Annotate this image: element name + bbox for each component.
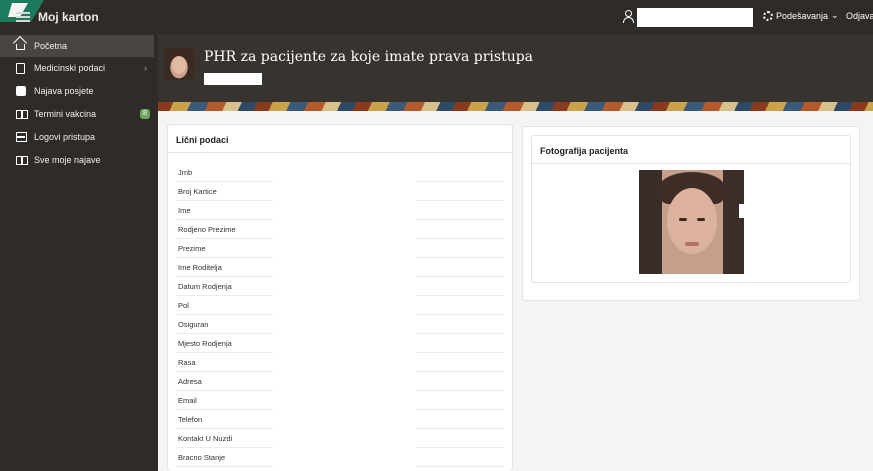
- sidebar: Početna Medicinski podaci › Najava posje…: [0, 34, 158, 471]
- sidebar-item-label: Najava posjete: [34, 86, 94, 96]
- card-title: Lični podaci: [176, 135, 229, 145]
- patient-photo: [639, 170, 744, 274]
- field-label: Rodjeno Prezime: [178, 225, 236, 234]
- field-row: Osiguran: [176, 315, 506, 334]
- field-row: Ime Roditelja: [176, 258, 506, 277]
- count-badge: 8: [140, 109, 150, 119]
- field-row: Ime: [176, 201, 506, 220]
- sidebar-item-label: Termini vakcina: [34, 109, 97, 119]
- app-title[interactable]: Moj karton: [38, 10, 99, 24]
- patient-photo-card: Fotografija pacijenta: [531, 135, 851, 283]
- field-row: Rasa: [176, 353, 506, 372]
- field-row: Broj Kartice: [176, 182, 506, 201]
- field-label: Jmb: [178, 168, 193, 177]
- field-label: Osiguran: [178, 320, 209, 329]
- chevron-down-icon[interactable]: ⌄: [746, 12, 754, 23]
- top-bar: Moj karton ⌄ Podešavanja ⌄ Odjava: [0, 0, 873, 34]
- field-row: Email: [176, 391, 506, 410]
- field-row: Adresa: [176, 372, 506, 391]
- sidebar-item-label: Medicinski podaci: [34, 63, 106, 73]
- patient-name-field: [204, 73, 262, 85]
- field-row: Rodjeno Prezime: [176, 220, 506, 239]
- field-row: Telefon: [176, 410, 506, 429]
- field-label: Ime Roditelja: [178, 263, 222, 272]
- tray-icon: [16, 132, 27, 142]
- home-icon: [16, 44, 25, 50]
- chevron-down-icon: ⌄: [831, 10, 839, 20]
- user-icon[interactable]: [622, 10, 635, 23]
- field-label: Pol: [178, 301, 189, 310]
- sidebar-item-home[interactable]: Početna: [0, 35, 154, 57]
- sidebar-item-visit-announcement[interactable]: Najava posjete: [0, 80, 158, 102]
- field-label: Email: [178, 396, 197, 405]
- field-label: Datum Rodjenja: [178, 282, 232, 291]
- card-title: Fotografija pacijenta: [540, 146, 629, 156]
- field-label: Kontakt U Nuzdi: [178, 434, 233, 443]
- sidebar-item-label: Početna: [34, 41, 68, 51]
- field-row: Pol: [176, 296, 506, 315]
- chevron-right-icon[interactable]: ›: [144, 63, 147, 73]
- sidebar-item-access-logs[interactable]: Logovi pristupa: [0, 126, 158, 148]
- field-label: Ime: [178, 206, 191, 215]
- field-row: Datum Rodjenja: [176, 277, 506, 296]
- user-name-field[interactable]: [637, 8, 753, 27]
- field-label: Bracno Stanje: [178, 453, 226, 462]
- sidebar-item-medical-data[interactable]: Medicinski podaci ›: [0, 57, 158, 79]
- sidebar-item-vaccine-appointments[interactable]: Termini vakcina 8: [0, 103, 158, 125]
- card-header: Lični podaci: [168, 125, 512, 153]
- avatar: [164, 48, 194, 80]
- phone-icon: [16, 86, 26, 96]
- card-header: Fotografija pacijenta: [532, 136, 850, 164]
- settings-button[interactable]: Podešavanja ⌄: [763, 10, 839, 21]
- field-label: Broj Kartice: [178, 187, 217, 196]
- personal-data-card: Lični podaci Jmb Broj Kartice Ime Rodjeno P…: [167, 124, 513, 471]
- field-label: Prezime: [178, 244, 206, 253]
- field-row: Mjesto Rodjenja: [176, 334, 506, 353]
- book-icon: [16, 109, 28, 119]
- hero-banner: PHR za pacijente za koje imate prava pri…: [158, 34, 873, 111]
- settings-label: Podešavanja: [776, 10, 829, 21]
- sidebar-item-label: Sve moje najave: [34, 155, 101, 165]
- field-row: Prezime: [176, 239, 506, 258]
- document-icon: [16, 62, 25, 74]
- field-label: Rasa: [178, 358, 196, 367]
- sidebar-item-label: Logovi pristupa: [34, 132, 96, 142]
- book-icon: [16, 155, 28, 165]
- page-title: PHR za pacijente za koje imate prava pri…: [204, 49, 534, 65]
- decorative-band: [158, 102, 873, 111]
- gear-icon: [763, 10, 773, 21]
- field-row: Kontakt U Nuzdi: [176, 429, 506, 448]
- field-row: Jmb: [176, 163, 506, 182]
- field-row: Bracno Stanje: [176, 448, 506, 467]
- menu-icon[interactable]: [16, 12, 30, 22]
- field-label: Adresa: [178, 377, 202, 386]
- sidebar-item-my-announcements[interactable]: Sve moje najave: [0, 149, 158, 171]
- field-label: Mjesto Rodjenja: [178, 339, 232, 348]
- field-label: Telefon: [178, 415, 203, 424]
- logout-button[interactable]: Odjava: [846, 11, 873, 21]
